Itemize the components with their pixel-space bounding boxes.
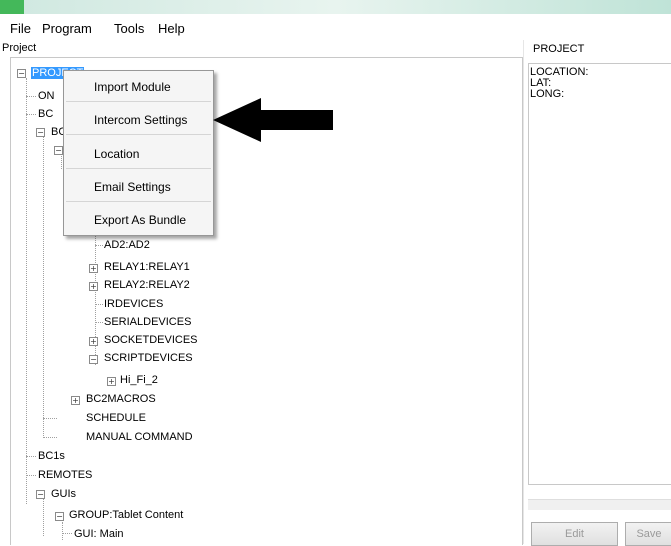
menu-item-location[interactable]: Location	[94, 147, 139, 161]
tree-line	[26, 475, 36, 476]
collapse-icon[interactable]: −	[54, 146, 63, 155]
menu-program[interactable]: Program	[42, 21, 92, 36]
tree-line	[62, 533, 72, 534]
menu-tools[interactable]: Tools	[114, 21, 144, 36]
collapse-icon[interactable]: −	[36, 128, 45, 137]
prop-long: LONG:	[530, 88, 565, 100]
tree-node-scriptdevices[interactable]: SCRIPTDEVICES	[104, 351, 193, 365]
tree-line	[43, 418, 57, 419]
tree-node-relay2[interactable]: RELAY2:RELAY2	[104, 278, 190, 292]
save-button[interactable]: Save	[625, 522, 671, 546]
collapse-icon[interactable]: −	[17, 69, 26, 78]
context-menu: Import Module Intercom Settings Location…	[63, 70, 214, 236]
menu-item-import-module[interactable]: Import Module	[94, 80, 171, 94]
menu-file[interactable]: File	[10, 21, 31, 36]
tree-line	[26, 456, 36, 457]
tree-node-bc1s[interactable]: BC1s	[38, 449, 65, 463]
edit-button[interactable]: Edit	[531, 522, 618, 546]
menu-separator	[66, 168, 211, 169]
tree-node-group[interactable]: GROUP:Tablet Content	[69, 508, 183, 522]
menu-item-export-as-bundle[interactable]: Export As Bundle	[94, 213, 186, 227]
left-arrow-icon	[213, 98, 333, 142]
tree-node-bc2macros[interactable]: BC2MACROS	[86, 392, 156, 406]
collapse-icon[interactable]: −	[36, 490, 45, 499]
tree-node-bc-1[interactable]: BC	[38, 107, 53, 121]
menu-separator	[66, 134, 211, 135]
collapse-icon[interactable]: −	[55, 512, 64, 521]
tree-node-hifi[interactable]: Hi_Fi_2	[120, 373, 158, 387]
menu-bar: File Program Tools Help	[0, 14, 671, 40]
expand-icon[interactable]: +	[89, 264, 98, 273]
properties-panel	[528, 63, 671, 485]
expand-icon[interactable]: +	[89, 282, 98, 291]
collapse-icon[interactable]: −	[89, 355, 98, 364]
tree-node-remotes[interactable]: REMOTES	[38, 468, 92, 482]
tree-node-relay1[interactable]: RELAY1:RELAY1	[104, 260, 190, 274]
tree-line	[62, 522, 63, 540]
tree-line	[26, 96, 36, 97]
menu-help[interactable]: Help	[158, 21, 185, 36]
tree-node-guis[interactable]: GUIs	[51, 487, 76, 501]
tree-line	[43, 137, 44, 438]
expand-icon[interactable]: +	[71, 396, 80, 405]
tree-line	[95, 245, 103, 246]
expand-icon[interactable]: +	[107, 377, 116, 386]
tree-node-manual-command[interactable]: MANUAL COMMAND	[86, 430, 193, 444]
tree-line	[26, 78, 27, 504]
splitter[interactable]	[523, 40, 524, 544]
menu-separator	[66, 201, 211, 202]
tree-node-gui-main[interactable]: GUI: Main	[74, 527, 124, 541]
tree-node-schedule[interactable]: SCHEDULE	[86, 411, 146, 425]
expand-icon[interactable]: +	[89, 337, 98, 346]
window-titlebar	[0, 0, 671, 14]
tree-node-irdevices[interactable]: IRDEVICES	[104, 297, 163, 311]
tree-node-on[interactable]: ON	[38, 89, 55, 103]
tree-node-socketdevices[interactable]: SOCKETDEVICES	[104, 333, 198, 347]
tree-line	[43, 437, 57, 438]
tree-line	[95, 304, 103, 305]
menu-item-email-settings[interactable]: Email Settings	[94, 180, 171, 194]
menu-separator	[66, 101, 211, 102]
menu-item-intercom-settings[interactable]: Intercom Settings	[94, 113, 187, 127]
panel-divider	[528, 499, 671, 510]
tree-node-ad2[interactable]: AD2:AD2	[104, 238, 150, 252]
tree-line	[95, 322, 103, 323]
tree-node-serialdevices[interactable]: SERIALDEVICES	[104, 315, 191, 329]
properties-panel-label: PROJECT	[533, 43, 585, 55]
tree-line	[43, 496, 44, 536]
app-icon	[0, 0, 24, 14]
project-panel-label: Project	[2, 42, 37, 54]
tree-line	[26, 114, 36, 115]
